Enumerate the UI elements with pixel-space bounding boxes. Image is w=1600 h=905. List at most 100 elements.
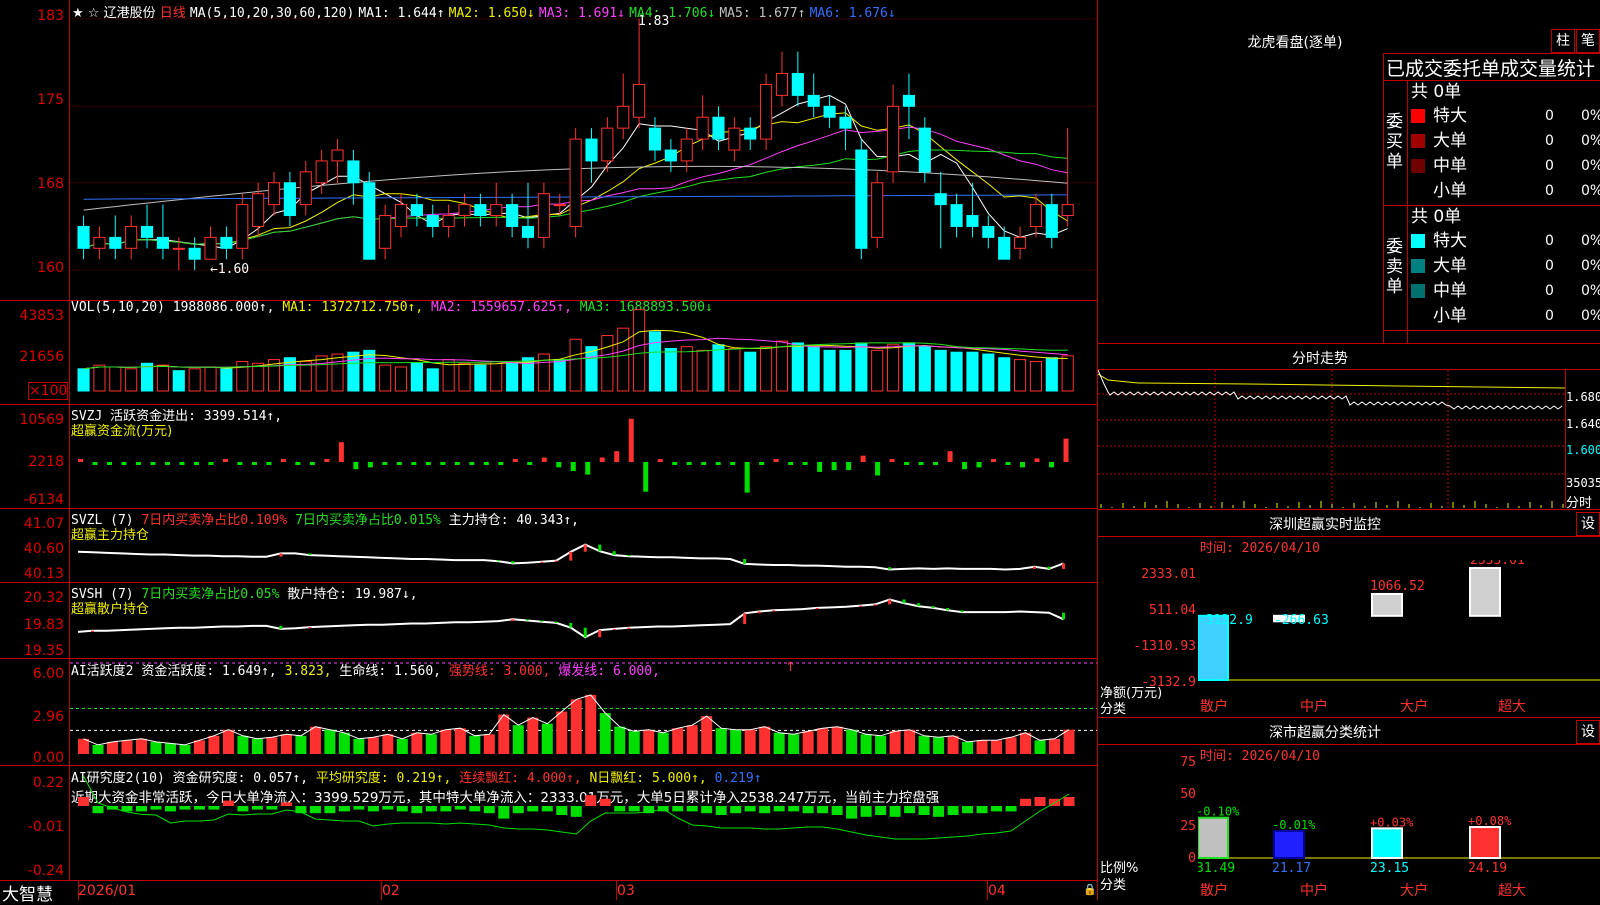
sell-category: 中单 — [1433, 281, 1467, 301]
x-tick: 04 — [988, 883, 1006, 899]
volume-bar — [887, 344, 900, 392]
svsh-y-tick: 20.32 — [23, 590, 64, 606]
volume-bar — [744, 351, 757, 392]
svzj-y-tick: 2218 — [28, 454, 64, 470]
research-bar — [773, 806, 785, 812]
research-bar — [933, 806, 945, 817]
research-bar — [686, 806, 698, 812]
research-bar — [759, 806, 771, 814]
ratio-bar — [1273, 829, 1305, 859]
activity-bar — [367, 737, 379, 754]
research-bar — [193, 806, 205, 810]
net-amount-bar — [1371, 592, 1403, 617]
activity-bar — [701, 716, 713, 754]
activity-bar — [280, 734, 292, 754]
longhu-header: 已成交委托单成交量统计 — [1386, 58, 1596, 80]
svsh-y-tick: 19.35 — [23, 643, 64, 659]
money-flow-bar — [788, 462, 794, 465]
activity-bar — [222, 729, 234, 754]
candle-body — [791, 73, 804, 96]
tick-mode-button[interactable]: 笔 — [1576, 29, 1600, 53]
sell-color-swatch — [1411, 259, 1425, 273]
research-bar — [454, 806, 466, 810]
candle-body — [93, 236, 106, 249]
money-flow-bar — [802, 462, 808, 465]
money-flow-bar — [1005, 462, 1011, 465]
research-bar — [266, 806, 278, 810]
research-bar — [150, 806, 162, 810]
volume-bar — [77, 368, 90, 392]
buy-percent: 0% — [1581, 133, 1600, 149]
research-bar — [237, 806, 249, 812]
intraday-chart[interactable] — [1098, 370, 1565, 508]
buy-row: 特大 0 0% — [1411, 104, 1600, 128]
volume-bar — [696, 349, 709, 392]
money-flow-bar — [92, 462, 98, 465]
research-bar — [135, 806, 147, 812]
sz-monitor-x-name: 分类 — [1100, 702, 1127, 717]
sell-category: 小单 — [1433, 306, 1467, 326]
research-bar — [353, 806, 365, 810]
money-flow-bar — [773, 459, 779, 462]
sz-class-settings-button[interactable]: 设 — [1576, 720, 1600, 744]
candle-body — [204, 236, 217, 260]
volume-bar — [680, 346, 693, 392]
candle-body — [902, 94, 916, 107]
money-flow-bar — [469, 462, 475, 465]
x-tick: 03 — [617, 883, 635, 899]
volume-bar — [648, 331, 662, 392]
ratio-value-label: 21.17 — [1272, 861, 1311, 876]
volume-bar — [998, 357, 1011, 392]
research-bar — [991, 806, 1003, 812]
svzj-y-tick: -6134 — [23, 492, 64, 508]
vol-unit[interactable]: ×100 — [28, 382, 68, 400]
ratio-value-label: 23.15 — [1370, 861, 1409, 876]
money-flow-bar — [425, 462, 431, 465]
buy-count: 0 — [1545, 133, 1554, 149]
bar-mode-button[interactable]: 柱 — [1551, 29, 1575, 53]
lock-icon[interactable]: 🔒 — [1083, 883, 1097, 896]
candle-body — [109, 236, 122, 249]
candle-body — [871, 182, 884, 238]
activity-bar — [78, 738, 89, 754]
buy-color-swatch — [1411, 134, 1425, 148]
research-bar — [701, 806, 713, 814]
ratio-change-label: +0.03% — [1370, 815, 1414, 829]
candle-body — [775, 73, 789, 96]
activity-bar — [962, 741, 974, 754]
candle-body — [394, 204, 408, 227]
money-flow-bar — [889, 459, 895, 462]
research-bar — [208, 806, 220, 810]
candlestick-chart[interactable] — [70, 0, 1097, 300]
activity-bar — [527, 717, 539, 754]
money-flow-bar — [440, 462, 446, 465]
sz-monitor-settings-button[interactable]: 设 — [1576, 512, 1600, 536]
svzl-y-tick: 41.07 — [23, 516, 64, 532]
volume-bar — [791, 342, 804, 392]
x-tick: 2026/01 — [78, 883, 137, 899]
candle-body — [442, 215, 455, 227]
volume-bar — [410, 362, 423, 392]
activity-bar — [817, 728, 829, 754]
money-flow-bar — [947, 451, 953, 462]
activity-bar — [164, 743, 176, 754]
volume-bar — [982, 353, 995, 392]
research-bar — [396, 806, 408, 812]
activity-bar — [382, 734, 394, 754]
ai-hyd-y-tick: 2.96 — [32, 709, 64, 725]
candle-body — [601, 127, 614, 162]
ratio-bar — [1371, 827, 1403, 859]
volume-bar — [220, 368, 233, 392]
candle-body — [125, 225, 138, 249]
sz-class-x-name: 分类 — [1100, 878, 1127, 893]
volume-bar — [1061, 355, 1074, 392]
candle-body — [77, 225, 90, 249]
volume-bar — [379, 364, 392, 392]
money-flow-bar — [164, 462, 170, 465]
buy-count: 0 — [1545, 158, 1554, 174]
money-flow-bar — [324, 459, 330, 462]
activity-bar — [628, 731, 640, 754]
research-bar — [92, 806, 104, 814]
buy-count: 0 — [1545, 108, 1554, 124]
ratio-value-label: 24.19 — [1468, 861, 1507, 876]
